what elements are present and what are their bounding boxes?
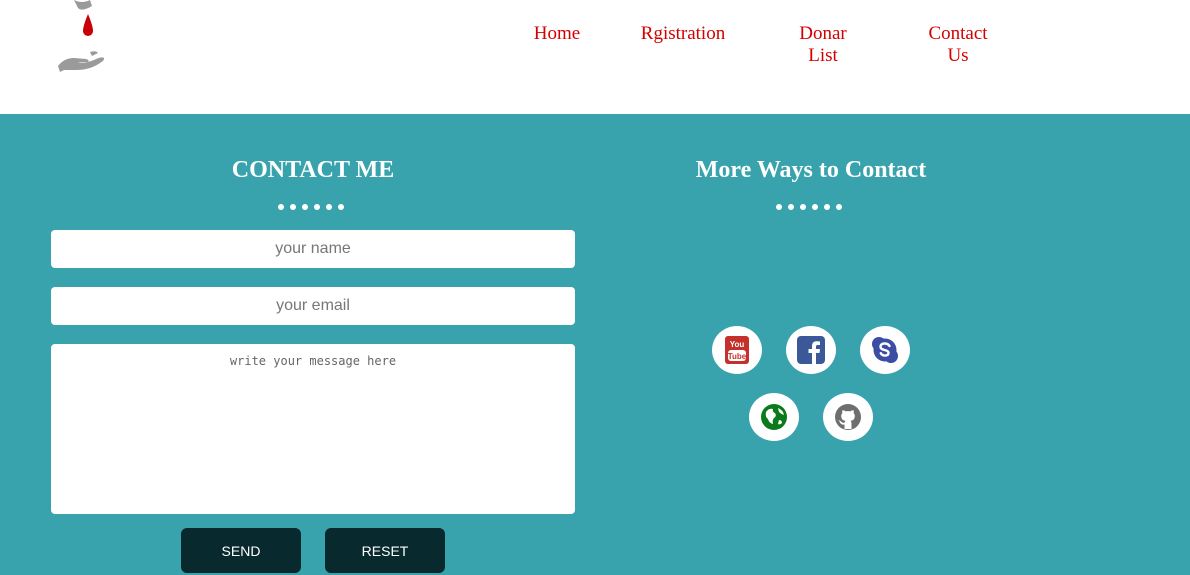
contact-section: CONTACT ME SEND RESET More Ways to Conta…	[0, 114, 1190, 575]
nav-contact-us[interactable]: Contact Us	[918, 23, 998, 67]
github-link[interactable]	[823, 393, 873, 441]
facebook-icon	[797, 336, 825, 364]
svg-text:Tube: Tube	[728, 352, 747, 361]
title-dots-divider	[776, 204, 842, 210]
skype-icon	[872, 337, 898, 363]
nav-donar-list[interactable]: Donar List	[788, 23, 858, 67]
website-link[interactable]	[749, 393, 799, 441]
blood-donation-logo[interactable]	[52, 0, 108, 76]
facebook-link[interactable]	[786, 326, 836, 374]
globe-icon	[761, 404, 787, 430]
reset-button[interactable]: RESET	[325, 528, 445, 573]
svg-text:You: You	[730, 340, 745, 349]
nav-home[interactable]: Home	[527, 23, 587, 45]
more-ways-title: More Ways to Contact	[695, 157, 927, 183]
youtube-link[interactable]: You Tube	[712, 326, 762, 374]
name-input[interactable]	[51, 230, 575, 268]
site-header: Home Rgistration Donar List Contact Us	[0, 0, 1190, 114]
nav-registration[interactable]: Rgistration	[633, 23, 733, 45]
message-textarea[interactable]	[51, 344, 575, 514]
github-icon	[835, 404, 861, 430]
contact-me-title: CONTACT ME	[231, 157, 395, 183]
skype-link[interactable]	[860, 326, 910, 374]
send-button[interactable]: SEND	[181, 528, 301, 573]
youtube-icon: You Tube	[725, 336, 749, 364]
title-dots-divider	[278, 204, 344, 210]
email-input[interactable]	[51, 287, 575, 325]
